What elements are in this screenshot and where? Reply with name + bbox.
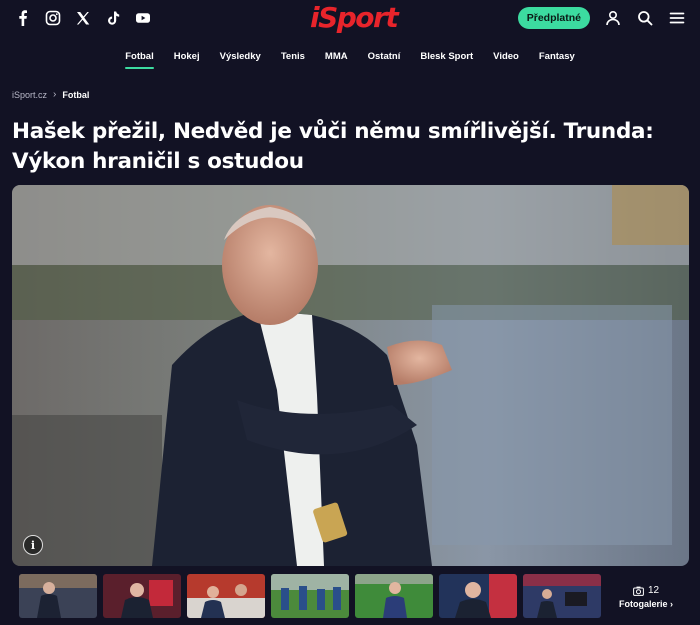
- search-icon[interactable]: [636, 9, 654, 27]
- gallery-count: 12: [611, 585, 681, 596]
- isport-logo[interactable]: iSport: [310, 2, 399, 34]
- hero-image[interactable]: [12, 185, 689, 566]
- nav-item-vysledky[interactable]: Výsledky: [210, 48, 271, 65]
- facebook-icon[interactable]: [14, 9, 32, 27]
- gallery-thumb[interactable]: [439, 574, 517, 618]
- breadcrumb-current[interactable]: Fotbal: [62, 90, 89, 100]
- chevron-right-icon: ›: [53, 89, 57, 100]
- gallery-thumb[interactable]: [103, 574, 181, 618]
- tiktok-icon[interactable]: [104, 9, 122, 27]
- chevron-right-icon: ›: [670, 599, 674, 609]
- x-icon[interactable]: [74, 9, 92, 27]
- social-links: [14, 9, 152, 27]
- gallery-thumb[interactable]: [187, 574, 265, 618]
- main-nav: Fotbal Hokej Výsledky Tenis MMA Ostatní …: [0, 48, 700, 69]
- top-bar: iSport Předplatné: [0, 0, 700, 40]
- user-icon[interactable]: [604, 9, 622, 27]
- nav-item-hokej[interactable]: Hokej: [164, 48, 210, 65]
- gallery-thumb[interactable]: [271, 574, 349, 618]
- nav-item-blesk-sport[interactable]: Blesk Sport: [410, 48, 483, 65]
- nav-item-fotbal[interactable]: Fotbal: [115, 48, 164, 69]
- nav-item-mma[interactable]: MMA: [315, 48, 358, 65]
- nav-item-tenis[interactable]: Tenis: [271, 48, 315, 65]
- gallery-thumb[interactable]: [355, 574, 433, 618]
- nav-item-ostatni[interactable]: Ostatní: [358, 48, 411, 65]
- gallery-thumb[interactable]: [523, 574, 601, 618]
- nav-item-video[interactable]: Video: [483, 48, 529, 65]
- gallery-count-value: 12: [647, 585, 660, 596]
- article-title: Hašek přežil, Nedvěd je vůči němu smířli…: [12, 119, 654, 174]
- header-tools: Předplatné: [517, 7, 686, 29]
- gallery-thumbnails: [19, 574, 601, 618]
- instagram-icon[interactable]: [44, 9, 62, 27]
- breadcrumb-home-link[interactable]: iSport.cz: [12, 90, 47, 100]
- gallery-link[interactable]: 12 Fotogalerie ›: [611, 585, 681, 609]
- breadcrumb: iSport.cz › Fotbal: [12, 89, 89, 100]
- menu-icon[interactable]: [668, 9, 686, 27]
- camera-icon: [633, 586, 644, 596]
- gallery-thumb[interactable]: [19, 574, 97, 618]
- gallery-label: Fotogalerie ›: [618, 599, 674, 609]
- youtube-icon[interactable]: [134, 9, 152, 27]
- info-icon[interactable]: i: [23, 535, 43, 555]
- nav-item-fantasy[interactable]: Fantasy: [529, 48, 585, 65]
- subscribe-button[interactable]: Předplatné: [517, 7, 590, 29]
